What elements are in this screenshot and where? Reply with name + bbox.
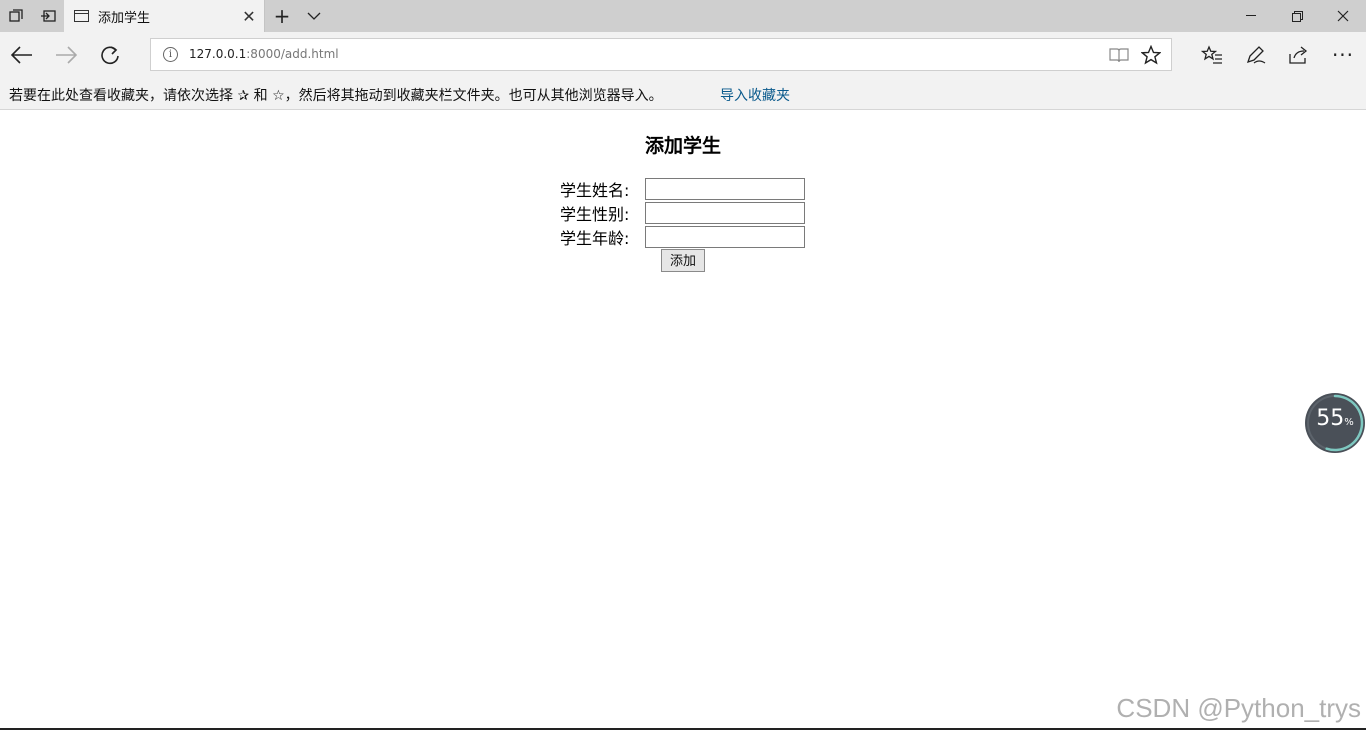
- gauge-readout: 55%: [1304, 406, 1366, 431]
- page-title: 添加学生: [644, 135, 721, 157]
- age-label: 学生年龄:: [560, 228, 630, 248]
- favorite-star-icon[interactable]: [1139, 43, 1163, 67]
- gender-label: 学生性别:: [560, 204, 630, 224]
- minimize-icon[interactable]: [1228, 0, 1274, 32]
- name-label: 学生姓名:: [560, 180, 630, 200]
- url-text[interactable]: 127.0.0.1:8000/add.html: [189, 47, 339, 61]
- active-tab[interactable]: 添加学生 ✕: [64, 0, 265, 32]
- tab-close-icon[interactable]: ✕: [234, 7, 264, 26]
- student-gender-input[interactable]: [645, 201, 805, 224]
- gauge-unit: %: [1344, 417, 1354, 428]
- new-tab-icon[interactable]: +: [266, 0, 298, 32]
- refresh-icon[interactable]: [90, 38, 130, 72]
- site-info-icon[interactable]: i: [163, 47, 178, 62]
- set-aside-tabs-icon[interactable]: [32, 0, 64, 32]
- gauge-value: 55: [1316, 406, 1345, 431]
- favorites-hint-text: 若要在此处查看收藏夹，请依次选择 ✰ 和 ☆，然后将其拖动到收藏夹栏文件夹。也可…: [9, 88, 663, 104]
- url-path: :8000/add.html: [246, 47, 339, 61]
- student-name-input[interactable]: [645, 177, 805, 200]
- watermark: CSDN @Python_trys: [1116, 693, 1361, 723]
- name-row: 学生姓名:: [560, 177, 805, 200]
- tab-list-chevron-icon[interactable]: [298, 0, 330, 32]
- page-icon: [74, 10, 89, 22]
- navigation-bar: i 127.0.0.1:8000/add.html ···: [0, 32, 1366, 77]
- favorites-hub-icon[interactable]: [1192, 38, 1232, 72]
- import-favorites-link[interactable]: 导入收藏夹: [720, 85, 790, 105]
- tab-preview-icon[interactable]: [0, 0, 32, 32]
- tab-title: 添加学生: [98, 10, 151, 26]
- tab-strip: 添加学生 ✕ +: [0, 0, 1366, 32]
- share-icon[interactable]: [1279, 38, 1319, 72]
- close-window-icon[interactable]: [1320, 0, 1366, 32]
- favorites-hint-bar: 若要在此处查看收藏夹，请依次选择 ✰ 和 ☆，然后将其拖动到收藏夹栏文件夹。也可…: [0, 77, 1366, 110]
- address-bar[interactable]: i 127.0.0.1:8000/add.html: [150, 38, 1172, 71]
- more-options-icon[interactable]: ···: [1323, 38, 1363, 72]
- web-note-pen-icon[interactable]: [1236, 38, 1276, 72]
- url-host: 127.0.0.1: [189, 47, 247, 61]
- add-submit-button[interactable]: 添加: [661, 249, 705, 272]
- reading-view-icon[interactable]: [1107, 43, 1131, 67]
- age-row: 学生年龄:: [560, 225, 805, 248]
- gender-row: 学生性别:: [560, 201, 805, 224]
- restore-icon[interactable]: [1274, 0, 1320, 32]
- student-age-input[interactable]: [645, 225, 805, 248]
- back-arrow-icon[interactable]: [2, 38, 42, 72]
- forward-arrow-icon[interactable]: [46, 38, 86, 72]
